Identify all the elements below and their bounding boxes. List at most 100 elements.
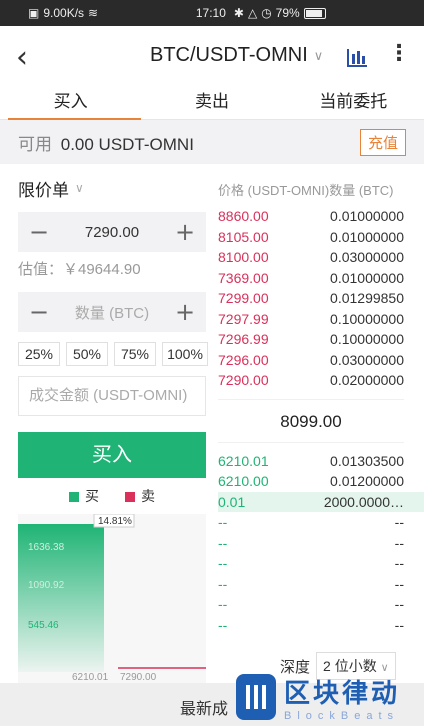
alarm-icon: ◷ <box>261 6 272 20</box>
deposit-button[interactable]: 充值 <box>359 128 406 156</box>
bell-icon: △ <box>247 6 258 20</box>
orderbook-qty: -- <box>394 514 404 530</box>
orderbook-row[interactable]: -- -- <box>218 574 424 595</box>
orderbook-row[interactable]: -- -- <box>218 615 424 636</box>
orderbook-row[interactable]: 7369.00 0.01000000 <box>218 268 424 289</box>
quantity-increment-button[interactable]: + <box>164 298 206 326</box>
price-increment-button[interactable]: + <box>164 218 206 246</box>
blockbeats-logo-icon <box>236 674 276 720</box>
nav-bar: ‹ BTC/USDT-OMNI ∨ ⋮ <box>0 26 424 88</box>
depth-legend: 买 卖 <box>18 486 206 506</box>
orderbook-price: 8860.00 <box>218 208 269 224</box>
orderbook-row[interactable]: -- -- <box>218 533 424 554</box>
orderbook-qty: 0.01000000 <box>330 269 404 286</box>
watermark-cn: 区块律动 <box>284 677 401 708</box>
page-title: BTC/USDT-OMNI <box>150 44 308 66</box>
balance-bar: 可用 0.00 USDT-OMNI 充值 <box>0 120 424 164</box>
orderbook-price: 7290.00 <box>218 372 269 388</box>
orderbook-row[interactable]: 0.01 2000.0000… <box>218 491 424 512</box>
orderbook-row[interactable]: -- -- <box>218 594 424 615</box>
depth-tooltip: 14.81% <box>98 516 132 527</box>
depth-chart: 1636.38 1090.92 545.46 6210.01 7290.00 1… <box>18 513 206 684</box>
battery-icon <box>303 7 326 19</box>
orderbook-row[interactable]: 8860.00 0.01000000 <box>218 206 424 227</box>
last-price: 8099.00 <box>218 398 404 443</box>
price-estimate: 估值：￥49644.90 <box>18 261 141 278</box>
orderbook-price: 7296.00 <box>218 351 269 368</box>
kline-chart-icon[interactable] <box>346 47 368 67</box>
pct-100-button[interactable]: 100% <box>162 342 208 366</box>
orderbook-price: 7369.00 <box>218 269 269 286</box>
depth-y-label-mid: 1090.92 <box>28 580 65 591</box>
chevron-down-icon: ∨ <box>75 181 84 195</box>
orderbook-qty: -- <box>394 575 404 592</box>
back-icon[interactable]: ‹ <box>16 40 56 75</box>
orderbook-qty: 0.03000000 <box>330 249 404 265</box>
orderbook-row[interactable]: 8100.00 0.03000000 <box>218 247 424 268</box>
orderbook-qty: 0.10000000 <box>330 310 404 327</box>
bluetooth-icon: ✱ <box>233 6 244 20</box>
quantity-decrement-button[interactable]: − <box>18 298 60 326</box>
orderbook-row[interactable]: 8105.00 0.01000000 <box>218 227 424 248</box>
orderbook-price: -- <box>218 534 228 551</box>
bid-list: 6210.01 0.01303500 6210.00 0.01200000 0.01 20… <box>218 451 424 636</box>
orderbook-price: 7296.99 <box>218 331 269 347</box>
orderbook-qty: 0.10000000 <box>330 331 404 347</box>
orderbook-row[interactable]: 6210.00 0.01200000 <box>218 471 424 492</box>
orderbook-row[interactable]: 7296.99 0.10000000 <box>218 329 424 350</box>
chevron-down-icon: ∨ <box>313 47 324 63</box>
price-input[interactable]: 7290.00 <box>60 224 164 241</box>
pct-25-button[interactable]: 25% <box>18 342 60 366</box>
orderbook-row[interactable]: 6210.01 0.01303500 <box>218 451 424 472</box>
latest-trades-tab[interactable]: 最新成 <box>180 695 228 719</box>
pair-selector[interactable]: BTC/USDT-OMNI ∨ <box>150 44 323 67</box>
orderbook-price: -- <box>218 596 228 612</box>
status-bar: ▣ 9.00K/s ≋ 17:10 ✱ △ ◷ 79% <box>0 0 424 26</box>
ask-list: 8860.00 0.01000000 8105.00 0.01000000 8100.0… <box>218 206 424 391</box>
pct-75-button[interactable]: 75% <box>114 342 156 366</box>
battery-percent: 79% <box>275 6 300 20</box>
tab-open-orders[interactable]: 当前委托 <box>283 88 424 119</box>
orderbook-row[interactable]: -- -- <box>218 553 424 574</box>
orderbook-row[interactable]: 7299.00 0.01299850 <box>218 288 424 309</box>
orderbook-price: -- <box>218 514 228 530</box>
price-decrement-button[interactable]: − <box>18 218 60 246</box>
buy-button[interactable]: 买入 <box>18 432 206 478</box>
orderbook-row[interactable]: -- -- <box>218 512 424 533</box>
orderbook-qty: 0.03000000 <box>330 351 404 368</box>
orderbook-price: 6210.00 <box>218 473 269 489</box>
quantity-input[interactable]: 数量 (BTC) <box>60 302 164 323</box>
orderbook-price: 8100.00 <box>218 249 269 265</box>
tab-buy[interactable]: 买入 <box>0 88 142 120</box>
orderbook-qty: 0.01200000 <box>330 473 404 489</box>
watermark-en: BlockBeats <box>284 709 400 722</box>
percentage-buttons: 25% 50% 75% 100% <box>18 342 210 366</box>
orderbook-row[interactable]: 7296.00 0.03000000 <box>218 350 424 371</box>
order-book: 价格 (USDT-OMNI)数量 (BTC) 8860.00 0.01000000… <box>210 164 424 684</box>
orderbook-price: -- <box>218 555 228 571</box>
watermark: 区块律动 BlockBeats <box>236 668 424 726</box>
orderbook-price: -- <box>218 575 228 592</box>
orderbook-price: 7299.00 <box>218 290 269 306</box>
orderbook-row[interactable]: 7297.99 0.10000000 <box>218 309 424 330</box>
tab-sell[interactable]: 卖出 <box>141 88 282 119</box>
order-type-select[interactable]: 限价单 ∨ <box>18 168 210 208</box>
orderbook-qty: 0.01000000 <box>330 208 404 224</box>
clock: 17:10 <box>195 6 226 20</box>
trade-tabs: 买入 卖出 当前委托 <box>0 88 424 120</box>
amount-input[interactable]: 成交金额 (USDT-OMNI) <box>18 376 206 416</box>
balance-label: 可用 <box>18 134 52 154</box>
orderbook-qty: -- <box>394 596 404 612</box>
orderbook-price: 7297.99 <box>218 310 269 327</box>
depth-x-label-left: 6210.01 <box>72 672 109 683</box>
orderbook-qty: -- <box>394 555 404 571</box>
order-form: 限价单 ∨ − 7290.00 + 估值：￥49644.90 − 数量 (BTC… <box>0 164 210 684</box>
orderbook-qty: 0.01303500 <box>330 452 404 469</box>
balance-value: 0.00 USDT-OMNI <box>60 134 194 154</box>
price-stepper: − 7290.00 + <box>18 212 206 252</box>
pct-50-button[interactable]: 50% <box>66 342 108 366</box>
more-menu-icon[interactable]: ⋮ <box>388 43 410 65</box>
network-speed: 9.00K/s <box>43 6 85 20</box>
legend-buy: 买 <box>69 486 99 506</box>
orderbook-row[interactable]: 7290.00 0.02000000 <box>218 370 424 391</box>
